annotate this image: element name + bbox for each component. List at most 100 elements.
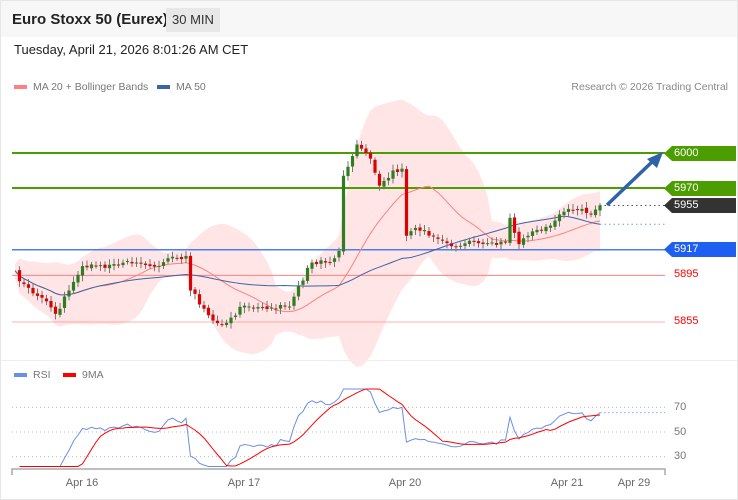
candle-body bbox=[53, 306, 58, 314]
candle-body bbox=[548, 225, 553, 228]
candle-body bbox=[476, 241, 481, 244]
candle-body bbox=[355, 144, 359, 157]
candle-body bbox=[305, 267, 310, 281]
candle-body bbox=[206, 307, 211, 316]
candle-body bbox=[103, 264, 107, 268]
candle-body bbox=[107, 264, 112, 269]
candle-body bbox=[337, 250, 341, 258]
candle-body bbox=[463, 243, 467, 246]
candle-body bbox=[197, 294, 202, 305]
candle-body bbox=[157, 266, 161, 268]
candle-body bbox=[580, 208, 584, 211]
candle-body bbox=[67, 290, 71, 297]
date-tick: Apr 21 bbox=[550, 477, 584, 489]
candle-body bbox=[220, 324, 224, 326]
candle-body bbox=[386, 177, 391, 181]
candle-body bbox=[278, 305, 283, 309]
bollinger-band bbox=[15, 99, 600, 367]
candle-body bbox=[233, 315, 238, 318]
candle-body bbox=[139, 262, 143, 264]
candle-body bbox=[566, 208, 571, 212]
rsi-tick-50: 50 bbox=[674, 426, 687, 438]
candle-body bbox=[283, 305, 287, 307]
candle-body bbox=[121, 262, 125, 266]
candle-body bbox=[134, 262, 139, 264]
candle-body bbox=[445, 241, 449, 244]
candle-body bbox=[512, 217, 517, 233]
candle-body bbox=[413, 227, 418, 231]
level-label-5895: 5895 bbox=[674, 268, 699, 280]
candle-body bbox=[328, 261, 332, 263]
legend-rsi-ma: 9MA bbox=[63, 369, 104, 381]
candle-body bbox=[292, 296, 296, 306]
candle-body bbox=[179, 257, 184, 260]
rsi-tick-30: 30 bbox=[674, 450, 687, 462]
candle-body bbox=[125, 261, 130, 263]
level-label-6000: 6000 bbox=[664, 146, 736, 161]
candle-body bbox=[112, 264, 116, 266]
candle-body bbox=[175, 257, 179, 259]
candle-body bbox=[238, 306, 242, 315]
candle-body bbox=[427, 231, 431, 236]
candle-body bbox=[314, 261, 319, 265]
candle-body bbox=[409, 231, 413, 236]
candle-body bbox=[562, 211, 566, 216]
legend-rsi-ma-label: 9MA bbox=[82, 369, 104, 381]
candle-body bbox=[373, 159, 377, 173]
candle-body bbox=[436, 237, 440, 239]
candle-body bbox=[332, 258, 337, 262]
candle-body bbox=[377, 173, 382, 186]
candle-body bbox=[368, 152, 373, 159]
candle-body bbox=[22, 282, 26, 285]
pane-divider bbox=[1, 360, 737, 361]
candle-body bbox=[593, 209, 598, 216]
candle-body bbox=[310, 262, 314, 269]
candle-body bbox=[319, 260, 323, 264]
candle-body bbox=[76, 274, 80, 283]
candle-body bbox=[391, 170, 395, 179]
candle-body bbox=[211, 314, 215, 321]
rsi-tick-70: 70 bbox=[674, 401, 687, 413]
candle-body bbox=[544, 226, 548, 232]
candle-body bbox=[170, 256, 175, 259]
forecast-arrow bbox=[605, 159, 655, 207]
candle-body bbox=[296, 285, 301, 297]
candle-body bbox=[503, 241, 508, 243]
candle-body bbox=[62, 296, 67, 308]
candle-body bbox=[130, 261, 134, 264]
candle-body bbox=[256, 307, 260, 309]
candle-body bbox=[287, 306, 292, 308]
level-label-5970: 5970 bbox=[664, 181, 736, 196]
legend-rsi: RSI bbox=[14, 369, 51, 381]
candle-body bbox=[49, 300, 53, 308]
candle-body bbox=[116, 264, 121, 266]
candle-body bbox=[184, 255, 188, 259]
candle-body bbox=[98, 265, 103, 267]
candle-body bbox=[31, 287, 35, 294]
price-chart bbox=[11, 99, 666, 475]
candle-body bbox=[535, 229, 539, 233]
candle-body bbox=[589, 213, 593, 215]
candle-body bbox=[449, 243, 454, 247]
candle-body bbox=[350, 156, 355, 167]
date-tick: Apr 17 bbox=[227, 477, 261, 489]
candle-body bbox=[161, 262, 166, 266]
candle-body bbox=[418, 227, 422, 231]
date-tick: Apr 16 bbox=[65, 477, 99, 489]
candle-body bbox=[94, 265, 98, 267]
time-axis bbox=[11, 468, 666, 475]
candle-body bbox=[575, 209, 580, 211]
candle-body bbox=[17, 270, 22, 282]
candle-body bbox=[508, 217, 512, 243]
candle-body bbox=[40, 294, 44, 298]
candle-body bbox=[481, 242, 485, 245]
candle-body bbox=[26, 284, 31, 288]
candle-body bbox=[382, 180, 386, 187]
level-label-5917: 5917 bbox=[664, 242, 736, 257]
date-tick: Apr 20 bbox=[388, 477, 422, 489]
candle-body bbox=[530, 231, 535, 236]
candle-body bbox=[251, 307, 256, 309]
candle-body bbox=[193, 289, 197, 294]
candle-body bbox=[472, 240, 476, 242]
candle-body bbox=[494, 242, 499, 245]
